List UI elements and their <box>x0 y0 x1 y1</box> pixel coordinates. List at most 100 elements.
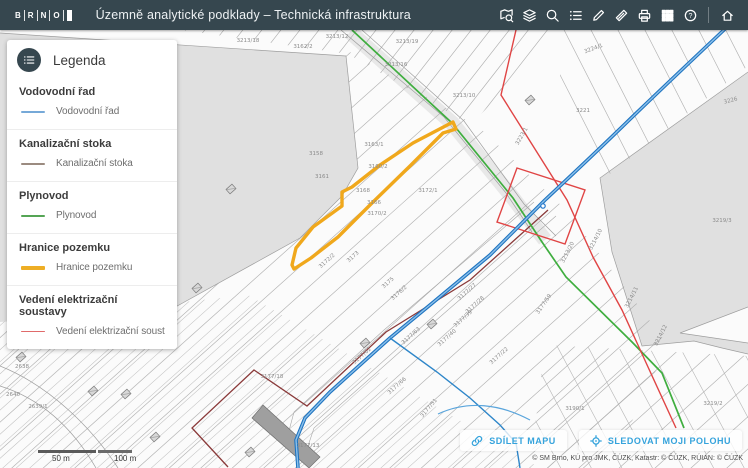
parcel-label: 3213/19 <box>396 39 419 45</box>
map-search-icon <box>499 8 514 23</box>
track-location-label: SLEDOVAT MOJI POLOHU <box>608 436 731 446</box>
parcel-label: 3219/3 <box>712 218 732 224</box>
locate-icon <box>590 435 602 447</box>
parcel-label: 3213/12 <box>326 34 349 40</box>
parcel-label: 3166 <box>367 200 381 206</box>
parcel-label: 3213/16 <box>385 62 408 68</box>
share-icon <box>471 435 483 447</box>
scale-label-50: 50 m <box>52 454 70 463</box>
legend-button[interactable] <box>566 6 584 24</box>
parcel-label: 2640 <box>6 392 20 398</box>
scale-segment <box>98 450 132 453</box>
track-location-button[interactable]: SLEDOVAT MOJI POLOHU <box>579 430 742 451</box>
share-map-label: SDÍLET MAPU <box>489 436 556 446</box>
brno-logo[interactable]: BRNO <box>12 9 72 22</box>
legend-item: Hranice pozemku <box>21 262 165 273</box>
parcel-label: 3221 <box>576 108 590 114</box>
parcel-label: 3168 <box>356 188 370 194</box>
parcel-label: 3160/2 <box>368 164 387 170</box>
parcel-label: 3219/2 <box>703 401 722 407</box>
logo-letter: B <box>12 10 25 21</box>
app-title: Územně analytické podklady – Technická i… <box>96 8 411 22</box>
legend-item: Vedení elektrizační soustavy <box>21 326 165 337</box>
legend-swatch <box>21 215 45 217</box>
legend-section-heading: Kanalizační stoka <box>19 138 165 150</box>
toolbar-divider <box>708 7 709 23</box>
print-button[interactable] <box>635 6 653 24</box>
parcel-label: 3213/10 <box>453 93 476 99</box>
legend-swatch <box>21 163 45 165</box>
legend-list-icon <box>568 8 583 23</box>
apps-button[interactable] <box>658 6 676 24</box>
legend-sections: Vodovodní řad Vodovodní řad Kanalizační st… <box>7 78 177 349</box>
draw-button[interactable] <box>589 6 607 24</box>
legend-section: Vedení elektrizační soustavy Vedení elekt… <box>7 285 177 349</box>
map-search-button[interactable] <box>497 6 515 24</box>
legend-title: Legenda <box>53 53 106 68</box>
draw-icon <box>591 8 606 23</box>
help-icon: ? <box>683 8 698 23</box>
legend-item: Plynovod <box>21 210 165 221</box>
legend-swatch <box>21 266 45 270</box>
search-button[interactable] <box>543 6 561 24</box>
parcel-label: 3213/18 <box>237 38 260 44</box>
legend-section-heading: Plynovod <box>19 190 165 202</box>
search-icon <box>545 8 560 23</box>
legend-section: Vodovodní řad Vodovodní řad <box>7 78 177 129</box>
legend-item-label: Hranice pozemku <box>56 262 132 273</box>
parcel-label: 3163/1 <box>364 142 383 148</box>
layers-icon <box>522 8 537 23</box>
parcel-label: 2638 <box>15 364 29 370</box>
share-map-button[interactable]: SDÍLET MAPU <box>460 430 567 451</box>
legend-icon <box>17 48 41 72</box>
svg-text:?: ? <box>688 12 692 19</box>
parcel-label: 2639/1 <box>28 404 47 410</box>
measure-icon <box>614 8 629 23</box>
parcel-label: 3162/2 <box>293 44 312 50</box>
parcel-label: 3161 <box>315 174 329 180</box>
help-button[interactable]: ? <box>681 6 699 24</box>
legend-item: Vodovodní řad <box>21 106 165 117</box>
parcel-label: 3177/18 <box>261 374 284 380</box>
scale-bar-segments <box>38 450 148 453</box>
uap-map-app: 3213/18 3213/12 3213/19 3213/16 3213/10 3162/… <box>0 0 748 468</box>
logo-block <box>67 10 72 21</box>
legend-section: Plynovod Plynovod <box>7 181 177 233</box>
logo-letter: R <box>25 10 38 21</box>
parcel-label: 3172/1 <box>418 188 437 194</box>
app-header: BRNO Územně analytické podklady – Techni… <box>0 0 748 30</box>
scale-label-100: 100 m <box>114 454 136 463</box>
home-button[interactable] <box>718 6 736 24</box>
legend-item: Kanalizační stoka <box>21 158 165 169</box>
parcel-label: 3170/2 <box>367 211 386 217</box>
print-icon <box>637 8 652 23</box>
logo-letter: O <box>50 10 63 21</box>
legend-panel[interactable]: Legenda Vodovodní řad Vodovodní řad Kanali… <box>7 40 177 349</box>
layers-button[interactable] <box>520 6 538 24</box>
parcel-label: 3177/13 <box>297 443 320 449</box>
measure-button[interactable] <box>612 6 630 24</box>
home-icon <box>720 8 735 23</box>
legend-swatch <box>21 111 45 113</box>
legend-item-label: Plynovod <box>56 210 96 221</box>
apps-grid-icon <box>660 8 675 23</box>
legend-item-label: Vodovodní řad <box>56 106 119 117</box>
legend-item-label: Kanalizační stoka <box>56 158 133 169</box>
legend-section-heading: Vedení elektrizační soustavy <box>19 294 165 318</box>
scale-segment <box>38 450 96 453</box>
logo-letter: N <box>38 10 51 21</box>
parcel-label: 3190/1 <box>565 406 584 412</box>
legend-header: Legenda <box>7 40 177 78</box>
parcel-label: 3158 <box>309 151 323 157</box>
legend-item-label: Vedení elektrizační soustavy <box>56 326 165 337</box>
legend-section-heading: Hranice pozemku <box>19 242 165 254</box>
toolbar: ? <box>497 6 736 24</box>
legend-section: Kanalizační stoka Kanalizační stoka <box>7 129 177 181</box>
legend-section: Hranice pozemku Hranice pozemku <box>7 233 177 285</box>
water-valve-marker <box>541 204 545 208</box>
legend-swatch <box>21 331 45 333</box>
map-attribution: © SM Brno, KÚ pro JMK, ČÚZK, Katastr: © … <box>532 455 743 462</box>
scale-bar: 50 m 100 m <box>38 450 148 453</box>
map-action-buttons: SDÍLET MAPU SLEDOVAT MOJI POLOHU <box>460 430 742 451</box>
legend-section-heading: Vodovodní řad <box>19 86 165 98</box>
